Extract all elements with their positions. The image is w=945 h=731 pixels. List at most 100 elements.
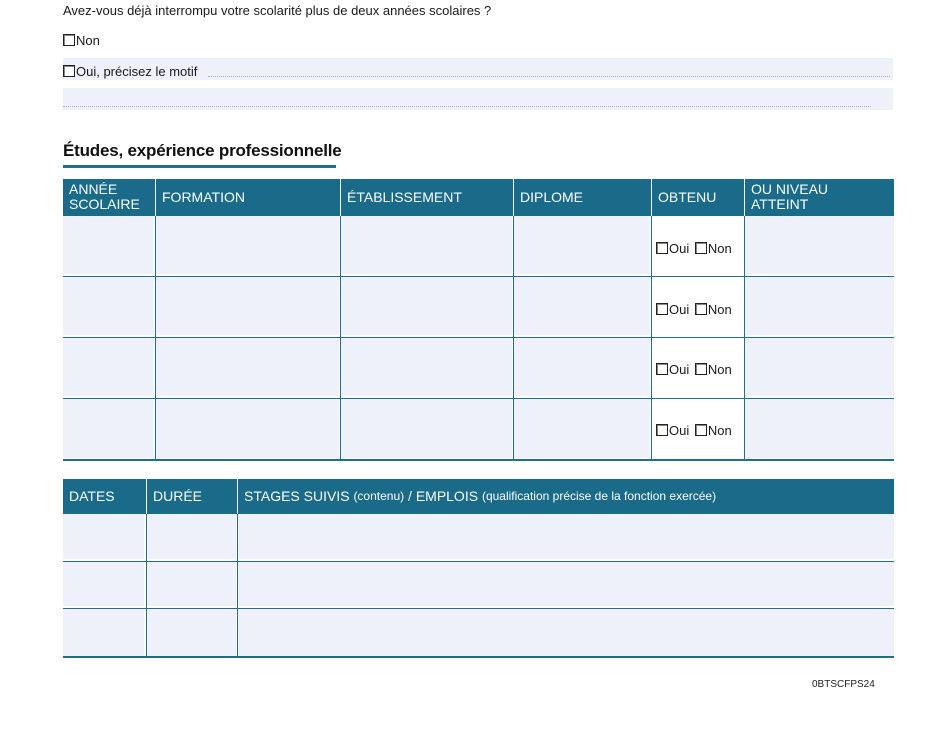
obtenu-options: Oui Non bbox=[656, 302, 732, 317]
cell-formation[interactable] bbox=[156, 399, 339, 458]
cell-obtenu: Oui Non bbox=[652, 399, 743, 458]
header-niveau-atteint: OU NIVEAU ATTEINT bbox=[744, 179, 894, 216]
cell-niveau[interactable] bbox=[745, 277, 894, 335]
cell-diplome[interactable] bbox=[514, 277, 650, 335]
header-annee-scolaire: ANNÉE SCOLAIRE bbox=[69, 181, 140, 212]
header-obtenu: OBTENU bbox=[651, 179, 744, 216]
cell-annee[interactable] bbox=[63, 216, 154, 274]
cell-dates[interactable] bbox=[63, 562, 144, 606]
col-divider bbox=[146, 514, 147, 657]
cell-duree[interactable] bbox=[147, 609, 236, 656]
header-etablissement: ÉTABLISSEMENT bbox=[340, 179, 513, 216]
table-row: Oui Non bbox=[63, 338, 894, 399]
option-non-label: Non bbox=[76, 33, 100, 48]
cell-formation[interactable] bbox=[156, 216, 339, 274]
header-stages: STAGES SUIVIS bbox=[244, 488, 350, 504]
cell-annee[interactable] bbox=[63, 399, 154, 458]
form-code: 0BTSCFPS24 bbox=[812, 679, 875, 690]
checkbox-oui[interactable] bbox=[656, 424, 668, 436]
non-label: Non bbox=[707, 362, 732, 377]
cell-stages-emplois[interactable] bbox=[238, 609, 894, 656]
section-title: Études, expérience professionnelle bbox=[63, 141, 342, 160]
cell-niveau[interactable] bbox=[745, 338, 894, 396]
row-divider bbox=[63, 276, 894, 277]
row-divider bbox=[63, 398, 894, 399]
cell-diplome[interactable] bbox=[514, 216, 650, 274]
cell-etablissement[interactable] bbox=[341, 399, 512, 458]
header-stages-emplois: STAGES SUIVIS (contenu) / EMPLOIS (quali… bbox=[237, 479, 894, 514]
table-row: Oui Non bbox=[63, 277, 894, 338]
cell-stages-emplois[interactable] bbox=[238, 562, 894, 606]
option-oui[interactable]: Oui, précisez le motif bbox=[63, 64, 197, 80]
motif-input-line[interactable] bbox=[208, 75, 890, 77]
checkbox-non[interactable] bbox=[694, 242, 707, 254]
cell-duree[interactable] bbox=[147, 562, 236, 606]
header-separator: / bbox=[404, 488, 416, 504]
cell-obtenu: Oui Non bbox=[652, 338, 743, 396]
oui-label: Oui bbox=[669, 362, 690, 377]
cell-obtenu: Oui Non bbox=[652, 216, 743, 274]
header-emplois: EMPLOIS bbox=[415, 488, 479, 504]
cell-annee[interactable] bbox=[63, 277, 154, 335]
checkbox-oui[interactable] bbox=[656, 242, 668, 254]
header-stages-contenu: (contenu) bbox=[353, 489, 405, 503]
checkbox-oui[interactable] bbox=[656, 303, 668, 315]
row-divider bbox=[63, 561, 894, 562]
cell-formation[interactable] bbox=[156, 338, 339, 396]
row-divider bbox=[63, 608, 894, 609]
interruption-question: Avez-vous déjà interrompu votre scolarit… bbox=[63, 3, 492, 18]
experience-table-header: DATES DURÉE STAGES SUIVIS (contenu) / EM… bbox=[63, 479, 894, 514]
non-label: Non bbox=[707, 241, 732, 256]
header-diplome: DIPLOME bbox=[513, 179, 651, 216]
col-divider bbox=[744, 216, 745, 460]
cell-obtenu: Oui Non bbox=[652, 277, 743, 335]
checkbox-non[interactable] bbox=[63, 34, 75, 46]
table-row: Oui Non bbox=[63, 216, 894, 277]
cell-etablissement[interactable] bbox=[341, 338, 512, 396]
col-divider bbox=[237, 514, 238, 657]
option-oui-label: Oui, précisez le motif bbox=[76, 64, 198, 79]
col-divider bbox=[513, 216, 514, 460]
obtenu-options: Oui Non bbox=[656, 423, 732, 438]
cell-etablissement[interactable] bbox=[341, 277, 512, 335]
header-dates: DATES bbox=[69, 488, 115, 504]
obtenu-options: Oui Non bbox=[656, 362, 732, 377]
checkbox-non[interactable] bbox=[694, 303, 707, 315]
cell-dates[interactable] bbox=[63, 609, 144, 656]
table-row bbox=[63, 609, 894, 657]
cell-annee[interactable] bbox=[63, 338, 154, 396]
cell-niveau[interactable] bbox=[745, 399, 894, 458]
checkbox-non[interactable] bbox=[694, 363, 707, 375]
header-duree: DURÉE bbox=[146, 479, 237, 514]
section-title-underline bbox=[63, 165, 336, 168]
non-label: Non bbox=[707, 302, 732, 317]
table-row bbox=[63, 514, 894, 562]
header-emplois-detail: (qualification précise de la fonction ex… bbox=[481, 489, 717, 503]
option-non[interactable]: Non bbox=[63, 33, 100, 49]
motif-input-line-2[interactable] bbox=[63, 105, 871, 107]
table-bottom-rule bbox=[63, 459, 894, 461]
cell-stages-emplois[interactable] bbox=[238, 514, 894, 559]
studies-table-header: ANNÉE SCOLAIRE FORMATION ÉTABLISSEMENT D… bbox=[63, 179, 894, 216]
cell-diplome[interactable] bbox=[514, 338, 650, 396]
cell-etablissement[interactable] bbox=[341, 216, 512, 274]
checkbox-oui[interactable] bbox=[63, 65, 75, 77]
header-formation: FORMATION bbox=[155, 179, 340, 216]
checkbox-oui[interactable] bbox=[656, 363, 668, 375]
col-divider bbox=[340, 216, 341, 460]
cell-formation[interactable] bbox=[156, 277, 339, 335]
row-divider bbox=[63, 337, 894, 338]
cell-niveau[interactable] bbox=[745, 216, 894, 274]
cell-diplome[interactable] bbox=[514, 399, 650, 458]
table-bottom-rule bbox=[63, 656, 894, 658]
table-row bbox=[63, 562, 894, 609]
col-divider bbox=[155, 216, 156, 460]
oui-label: Oui bbox=[669, 302, 690, 317]
oui-label: Oui bbox=[669, 423, 690, 438]
cell-duree[interactable] bbox=[147, 514, 236, 559]
col-divider bbox=[651, 216, 652, 460]
cell-dates[interactable] bbox=[63, 514, 144, 559]
oui-label: Oui bbox=[669, 241, 690, 256]
checkbox-non[interactable] bbox=[694, 424, 707, 436]
obtenu-options: Oui Non bbox=[656, 241, 732, 256]
